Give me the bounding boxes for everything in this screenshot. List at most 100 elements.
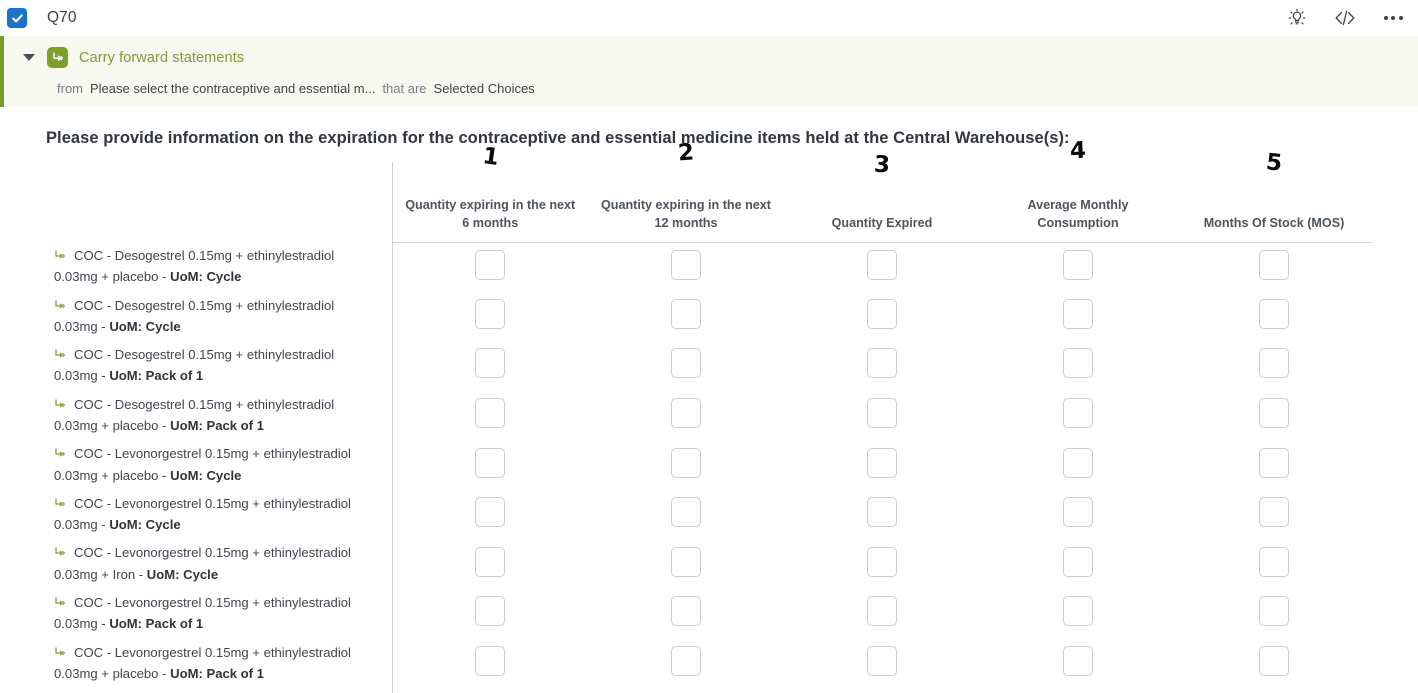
matrix-cell <box>588 292 784 342</box>
carry-forward-arrow-icon <box>54 544 67 564</box>
matrix-text-input-r9-c5[interactable] <box>1259 645 1289 676</box>
matrix-text-input-r9-c2[interactable] <box>671 645 701 676</box>
matrix-text-input-r5-c3[interactable] <box>867 447 897 478</box>
matrix-text-input-r4-c3[interactable] <box>867 397 897 428</box>
matrix-text-input-r3-c4[interactable] <box>1063 348 1093 379</box>
matrix-text-input-r8-c3[interactable] <box>867 596 897 627</box>
code-icon[interactable] <box>1334 7 1356 29</box>
matrix-cell <box>1176 292 1372 342</box>
matrix-row-uom: UoM: Cycle <box>109 318 181 334</box>
matrix-text-input-r2-c2[interactable] <box>671 298 701 329</box>
matrix-text-input-r9-c4[interactable] <box>1063 645 1093 676</box>
matrix-cell <box>588 242 784 292</box>
matrix-text-input-r7-c1[interactable] <box>475 546 506 577</box>
matrix-text-input-r8-c2[interactable] <box>671 596 701 627</box>
matrix-header: 1 Quantity expiring in the next 6 months 2 Q… <box>46 138 1372 243</box>
matrix-text-input-r4-c2[interactable] <box>671 397 701 428</box>
matrix-text-input-r6-c5[interactable] <box>1259 497 1289 528</box>
carry-forward-arrow-icon <box>54 247 67 267</box>
matrix-text-input-r6-c2[interactable] <box>671 497 701 528</box>
matrix-cell <box>392 688 588 693</box>
matrix-text-input-r2-c4[interactable] <box>1063 298 1093 329</box>
matrix-row-uom: UoM: Cycle <box>170 269 242 285</box>
matrix-column-header-line2: 6 months <box>462 216 519 231</box>
matrix-row-uom: UoM: Cycle <box>109 517 181 533</box>
matrix-text-input-r6-c3[interactable] <box>867 497 897 528</box>
matrix-row-label: COC - Desogestrel 0.15mg + ethinylestrad… <box>46 390 393 441</box>
matrix-cell <box>1176 242 1372 292</box>
carry-forward-selection[interactable]: Selected Choices <box>434 81 535 96</box>
matrix-cell <box>392 242 588 292</box>
matrix-text-input-r6-c4[interactable] <box>1063 497 1093 528</box>
matrix-text-input-r9-c1[interactable] <box>475 645 506 676</box>
matrix-text-input-r2-c3[interactable] <box>867 298 897 329</box>
matrix-text-input-r1-c1[interactable] <box>475 249 506 280</box>
matrix-text-input-r7-c5[interactable] <box>1259 546 1289 577</box>
matrix-cell <box>980 292 1176 342</box>
matrix-text-input-r4-c1[interactable] <box>475 397 506 428</box>
carry-forward-arrow-icon <box>54 445 67 465</box>
matrix-cell <box>392 341 588 391</box>
matrix-text-input-r5-c4[interactable] <box>1063 447 1093 478</box>
matrix-text-input-r1-c3[interactable] <box>867 249 897 280</box>
matrix-text-input-r1-c2[interactable] <box>671 249 701 280</box>
matrix-cell <box>588 539 784 589</box>
matrix-text-input-r7-c4[interactable] <box>1063 546 1093 577</box>
matrix-text-input-r2-c5[interactable] <box>1259 298 1289 329</box>
matrix-text-input-r4-c4[interactable] <box>1063 397 1093 428</box>
matrix-text-input-r5-c1[interactable] <box>475 447 506 478</box>
matrix-row-label: COC - Desogestrel 0.15mg + ethinylestrad… <box>46 291 393 342</box>
lightbulb-icon[interactable] <box>1286 7 1308 29</box>
matrix-text-input-r3-c5[interactable] <box>1259 348 1289 379</box>
chevron-down-icon[interactable] <box>23 54 35 61</box>
matrix-cell <box>1176 688 1372 693</box>
carry-forward-arrow-icon <box>54 495 67 515</box>
matrix-cell <box>980 490 1176 540</box>
matrix-text-input-r3-c3[interactable] <box>867 348 897 379</box>
matrix-column-header-2: 2 Quantity expiring in the next 12 months <box>588 139 784 243</box>
matrix-cell <box>784 490 980 540</box>
matrix-column-header-3: 3 Quantity Expired <box>784 152 980 243</box>
matrix-cell <box>784 639 980 689</box>
matrix-cell <box>784 341 980 391</box>
matrix-text-input-r5-c2[interactable] <box>671 447 701 478</box>
matrix-text-input-r1-c5[interactable] <box>1259 249 1289 280</box>
matrix-row-uom: UoM: Cycle <box>146 566 219 582</box>
carry-forward-source[interactable]: Please select the contraceptive and esse… <box>90 81 375 96</box>
matrix-column-header-1: 1 Quantity expiring in the next 6 months <box>392 143 588 243</box>
matrix-row-uom: UoM: Cycle <box>170 467 242 483</box>
table-row: COC - Desogestrel 0.15mg + ethinylestrad… <box>46 291 1372 342</box>
matrix-text-input-r2-c1[interactable] <box>475 298 506 329</box>
matrix-row-label: ImC - Etonogestrel 68mg x 1 - UoM: Set <box>46 688 393 693</box>
matrix-cell <box>1176 539 1372 589</box>
matrix-table: 1 Quantity expiring in the next 6 months 2 Q… <box>46 138 1372 693</box>
matrix-question: 1 Quantity expiring in the next 6 months 2 Q… <box>0 138 1418 693</box>
matrix-text-input-r3-c2[interactable] <box>671 348 701 379</box>
matrix-corner-header <box>46 162 393 242</box>
matrix-cell <box>1176 490 1372 540</box>
matrix-text-input-r7-c3[interactable] <box>867 546 897 577</box>
matrix-text-input-r4-c5[interactable] <box>1259 397 1289 428</box>
matrix-text-input-r7-c2[interactable] <box>671 546 701 577</box>
matrix-text-input-r1-c4[interactable] <box>1063 249 1093 280</box>
matrix-row-label: COC - Levonorgestrel 0.15mg + ethinylest… <box>46 440 393 490</box>
more-options-icon[interactable] <box>1382 7 1404 29</box>
table-row: COC - Desogestrel 0.15mg + ethinylestrad… <box>46 341 1372 391</box>
matrix-row-label: COC - Desogestrel 0.15mg + ethinylestrad… <box>46 341 393 391</box>
matrix-row-label: COC - Levonorgestrel 0.15mg + ethinylest… <box>46 539 393 589</box>
matrix-text-input-r5-c5[interactable] <box>1259 447 1289 478</box>
matrix-text-input-r8-c4[interactable] <box>1063 596 1093 627</box>
question-select-checkbox[interactable] <box>7 8 27 28</box>
matrix-cell <box>392 490 588 540</box>
matrix-text-input-r8-c5[interactable] <box>1259 596 1289 627</box>
matrix-text-input-r6-c1[interactable] <box>475 497 506 528</box>
matrix-cell <box>588 391 784 441</box>
table-row: COC - Desogestrel 0.15mg + ethinylestrad… <box>46 390 1372 441</box>
matrix-row-label: COC - Levonorgestrel 0.15mg + ethinylest… <box>46 638 393 689</box>
matrix-text-input-r3-c1[interactable] <box>475 348 506 379</box>
matrix-cell <box>588 490 784 540</box>
matrix-row-uom: UoM: Pack of 1 <box>170 665 264 681</box>
matrix-text-input-r9-c3[interactable] <box>867 645 897 676</box>
matrix-cell <box>1176 440 1372 490</box>
matrix-text-input-r8-c1[interactable] <box>475 596 506 627</box>
